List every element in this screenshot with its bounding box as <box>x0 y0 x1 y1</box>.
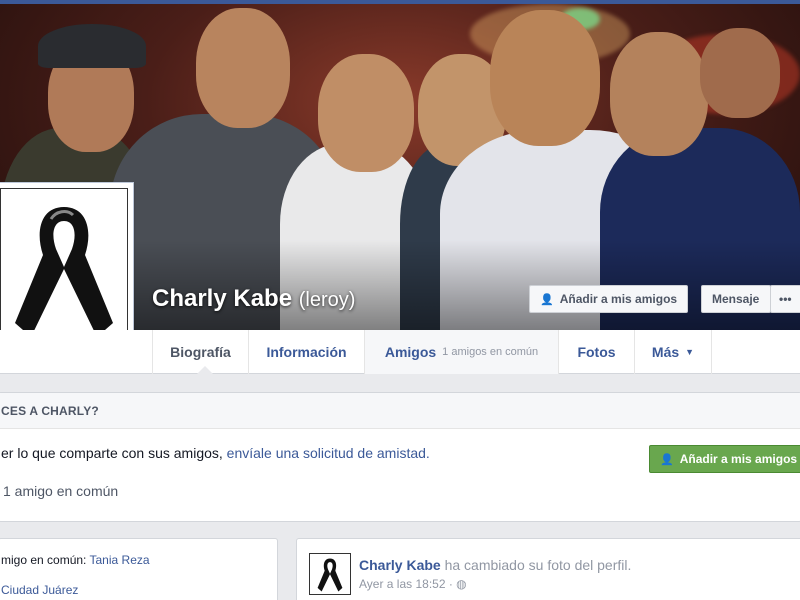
tab-label: Amigos <box>384 344 437 360</box>
tab-label: Biografía <box>170 344 231 360</box>
tab-mas[interactable]: Más ▼ <box>634 330 712 374</box>
add-friend-green-button[interactable]: 👤 Añadir a mis amigos <box>649 445 800 473</box>
tab-label: Más <box>651 344 680 360</box>
city-link[interactable]: Ciudad Juárez <box>1 583 78 597</box>
active-tab-indicator <box>197 366 213 374</box>
message-label: Mensaje <box>712 292 760 306</box>
story-author-thumbnail[interactable] <box>309 553 351 595</box>
mutual-friends-count[interactable]: 1 amigo en común <box>3 483 118 499</box>
know-person-box: CES A CHARLY? er lo que comparte con sus… <box>0 392 800 522</box>
profile-nav-tabs: Biografía Información Amigos 1 amigos en… <box>0 330 800 374</box>
profile-alternate-name: (leroy) <box>298 289 356 311</box>
city-row: Ciudad Juárez <box>1 583 78 597</box>
add-friend-label: Añadir a mis amigos <box>559 292 678 306</box>
mutual-friend-prefix: migo en común: <box>1 553 90 567</box>
story-title: Charly Kabe ha cambiado su foto del perf… <box>359 557 631 573</box>
intro-box: migo en común: Tania Reza Ciudad Juárez <box>0 538 278 600</box>
story-timestamp[interactable]: Ayer a las 18:52 · <box>359 577 456 591</box>
black-ribbon-icon <box>15 207 113 337</box>
message-button[interactable]: Mensaje <box>701 285 771 313</box>
add-friend-button[interactable]: 👤 Añadir a mis amigos <box>529 285 688 313</box>
story-timestamp-row: Ayer a las 18:52 · ◍ <box>359 577 467 591</box>
tab-sub-mutual-friends: 1 amigos en común <box>442 346 539 358</box>
know-box-text: er lo que comparte con sus amigos, envía… <box>1 445 430 461</box>
add-friend-icon: 👤 <box>540 293 554 306</box>
chevron-down-icon: ▼ <box>685 347 695 357</box>
tab-informacion[interactable]: Información <box>248 330 364 374</box>
story-author-link[interactable]: Charly Kabe <box>359 557 441 573</box>
tab-label: Información <box>266 344 347 360</box>
black-ribbon-icon <box>317 558 343 592</box>
more-dots-icon: ••• <box>779 292 792 306</box>
add-friend-green-label: Añadir a mis amigos <box>679 452 798 466</box>
send-friend-request-link[interactable]: envíale una solicitud de amistad. <box>227 445 430 461</box>
tab-amigos[interactable]: Amigos 1 amigos en común <box>364 330 558 374</box>
story-action: ha cambiado su foto del perfil. <box>440 557 632 573</box>
mutual-friend-row: migo en común: Tania Reza <box>1 553 150 567</box>
profile-picture[interactable] <box>0 182 134 354</box>
globe-icon[interactable]: ◍ <box>456 577 466 591</box>
know-box-header: CES A CHARLY? <box>0 393 800 429</box>
more-options-button[interactable]: ••• <box>770 285 800 313</box>
tab-fotos[interactable]: Fotos <box>558 330 634 374</box>
profile-name[interactable]: Charly Kabe (leroy) <box>152 285 355 313</box>
know-box-text-prefix: er lo que comparte con sus amigos, <box>1 445 227 461</box>
story-card: Charly Kabe ha cambiado su foto del perf… <box>296 538 800 600</box>
profile-name-main: Charly Kabe <box>152 285 293 312</box>
mutual-friend-link[interactable]: Tania Reza <box>90 553 150 567</box>
add-friend-icon: 👤 <box>660 453 674 466</box>
tab-label: Fotos <box>577 344 616 360</box>
